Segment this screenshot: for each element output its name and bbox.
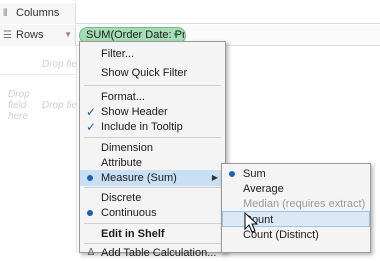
columns-label-text: Columns <box>16 7 60 19</box>
menu-item-label: Continuous <box>101 207 157 219</box>
menu-item-measure-sum[interactable]: Measure (Sum) ▶ <box>80 170 225 186</box>
menu-separator <box>84 187 221 188</box>
drop-field-left-1: Drop <box>8 89 30 100</box>
columns-icon: ⦀ <box>3 8 8 19</box>
check-icon: ✓ <box>85 120 97 134</box>
rows-icon: ☰ <box>3 30 12 41</box>
menu-item-label: Discrete <box>101 192 142 204</box>
rows-shelf-label: ☰ Rows ▼ <box>0 25 76 46</box>
pill-label: SUM(Order Date: Pr.. <box>86 29 186 41</box>
menu-item-show-header[interactable]: ✓ Show Header <box>80 104 225 120</box>
submenu-item-label: Sum <box>243 168 266 180</box>
menu-item-label: Show Header <box>101 106 168 118</box>
menu-item-discrete[interactable]: Discrete <box>80 190 225 206</box>
divider <box>0 74 76 75</box>
measure-submenu: Sum Average Median (requires extract) Co… <box>221 163 371 253</box>
radio-selected-icon <box>87 210 93 216</box>
menu-item-label: Attribute <box>101 157 142 169</box>
menu-item-attribute[interactable]: Attribute <box>80 155 225 171</box>
menu-item-label: Include in Tooltip <box>101 121 183 133</box>
drop-field-left-3: here <box>8 111 29 122</box>
drop-field-mid: Drop fie <box>42 100 78 111</box>
menu-separator <box>84 137 221 138</box>
submenu-item-average[interactable]: Average <box>222 181 370 197</box>
radio-selected-icon <box>229 171 235 177</box>
rows-dropdown-icon[interactable]: ▼ <box>64 25 72 45</box>
menu-item-show-quick-filter[interactable]: Show Quick Filter <box>80 65 225 81</box>
submenu-item-median: Median (requires extract) <box>222 196 370 212</box>
menu-separator <box>84 243 221 244</box>
rows-label-text: Rows <box>16 29 44 41</box>
submenu-item-label: Median (requires extract) <box>243 198 366 210</box>
delta-icon: Δ <box>87 247 95 258</box>
submenu-item-label: Average <box>243 183 284 195</box>
menu-item-format[interactable]: Format... <box>80 89 225 105</box>
columns-shelf[interactable]: ⦀ Columns <box>0 3 380 24</box>
menu-item-filter[interactable]: Filter... <box>80 46 225 62</box>
row-header-area <box>0 47 77 253</box>
menu-item-label: Filter... <box>101 48 135 60</box>
radio-selected-icon <box>87 175 93 181</box>
menu-item-add-table-calculation[interactable]: Δ Add Table Calculation... <box>80 245 225 261</box>
menu-separator <box>84 223 221 224</box>
mouse-cursor-icon <box>244 212 258 233</box>
menu-item-include-in-tooltip[interactable]: ✓ Include in Tooltip <box>80 119 225 135</box>
drop-field-top: Drop fie <box>42 59 78 70</box>
field-context-menu: Filter... Show Quick Filter Format... ✓ … <box>79 41 226 259</box>
menu-item-label: Show Quick Filter <box>101 67 188 79</box>
menu-item-edit-in-shelf[interactable]: Edit in Shelf <box>80 226 225 242</box>
drop-field-left-2: field <box>8 100 27 111</box>
submenu-arrow-icon: ▶ <box>211 173 218 182</box>
menu-separator <box>84 85 221 86</box>
columns-shelf-label: ⦀ Columns <box>0 3 76 24</box>
menu-item-dimension[interactable]: Dimension <box>80 140 225 156</box>
menu-item-label: Measure (Sum) <box>101 172 177 184</box>
menu-item-label: Dimension <box>101 142 153 154</box>
check-icon: ✓ <box>85 105 97 119</box>
menu-item-label: Add Table Calculation... <box>101 247 217 259</box>
menu-item-label: Format... <box>101 91 146 103</box>
submenu-item-sum[interactable]: Sum <box>222 166 370 182</box>
menu-item-continuous[interactable]: Continuous <box>80 205 225 221</box>
menu-item-label: Edit in Shelf <box>101 228 165 240</box>
